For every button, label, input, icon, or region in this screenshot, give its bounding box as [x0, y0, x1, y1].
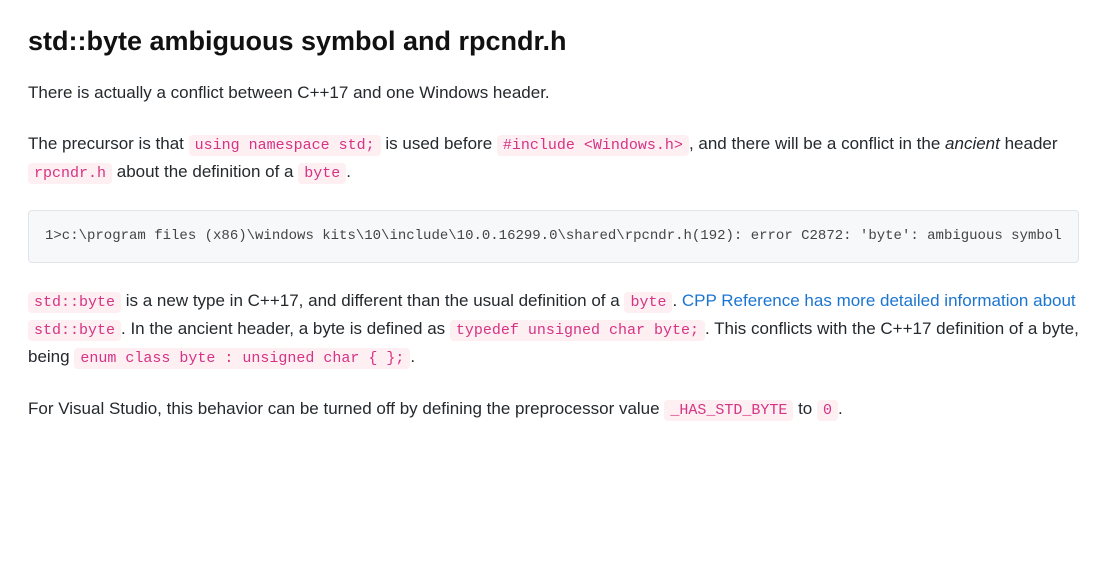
text: . — [838, 399, 843, 418]
code-byte: byte — [624, 292, 672, 313]
code-enum-class: enum class byte : unsigned char { }; — [74, 348, 410, 369]
text: . — [410, 347, 415, 366]
text: . In the ancient header, a byte is defin… — [121, 319, 450, 338]
page-title: std::byte ambiguous symbol and rpcndr.h — [28, 24, 1079, 59]
text: The precursor is that — [28, 134, 189, 153]
text: For Visual Studio, this behavior can be … — [28, 399, 664, 418]
text: is a new type in C++17, and different th… — [121, 291, 624, 310]
text: about the definition of a — [112, 162, 298, 181]
code-byte: byte — [298, 163, 346, 184]
text: , and there will be a conflict in the — [689, 134, 945, 153]
text: to — [793, 399, 817, 418]
text: . — [346, 162, 351, 181]
code-zero: 0 — [817, 400, 838, 421]
emphasis-ancient: ancient — [945, 134, 1000, 153]
paragraph-intro: There is actually a conflict between C++… — [28, 79, 1079, 106]
text: . — [672, 291, 681, 310]
code-std-byte-link: std::byte — [28, 320, 121, 341]
paragraph-solution: For Visual Studio, this behavior can be … — [28, 395, 1079, 423]
text: header — [1000, 134, 1058, 153]
code-typedef: typedef unsigned char byte; — [450, 320, 705, 341]
paragraph-explanation: std::byte is a new type in C++17, and di… — [28, 287, 1079, 371]
code-has-std-byte: _HAS_STD_BYTE — [664, 400, 793, 421]
code-block-error: 1>c:\program files (x86)\windows kits\10… — [28, 210, 1079, 262]
code-include-windows: #include <Windows.h> — [497, 135, 689, 156]
code-using-namespace: using namespace std; — [189, 135, 381, 156]
code-rpcndr: rpcndr.h — [28, 163, 112, 184]
code-std-byte: std::byte — [28, 292, 121, 313]
link-text: CPP Reference has more detailed informat… — [682, 291, 1076, 310]
paragraph-precursor: The precursor is that using namespace st… — [28, 130, 1079, 186]
text: is used before — [381, 134, 497, 153]
